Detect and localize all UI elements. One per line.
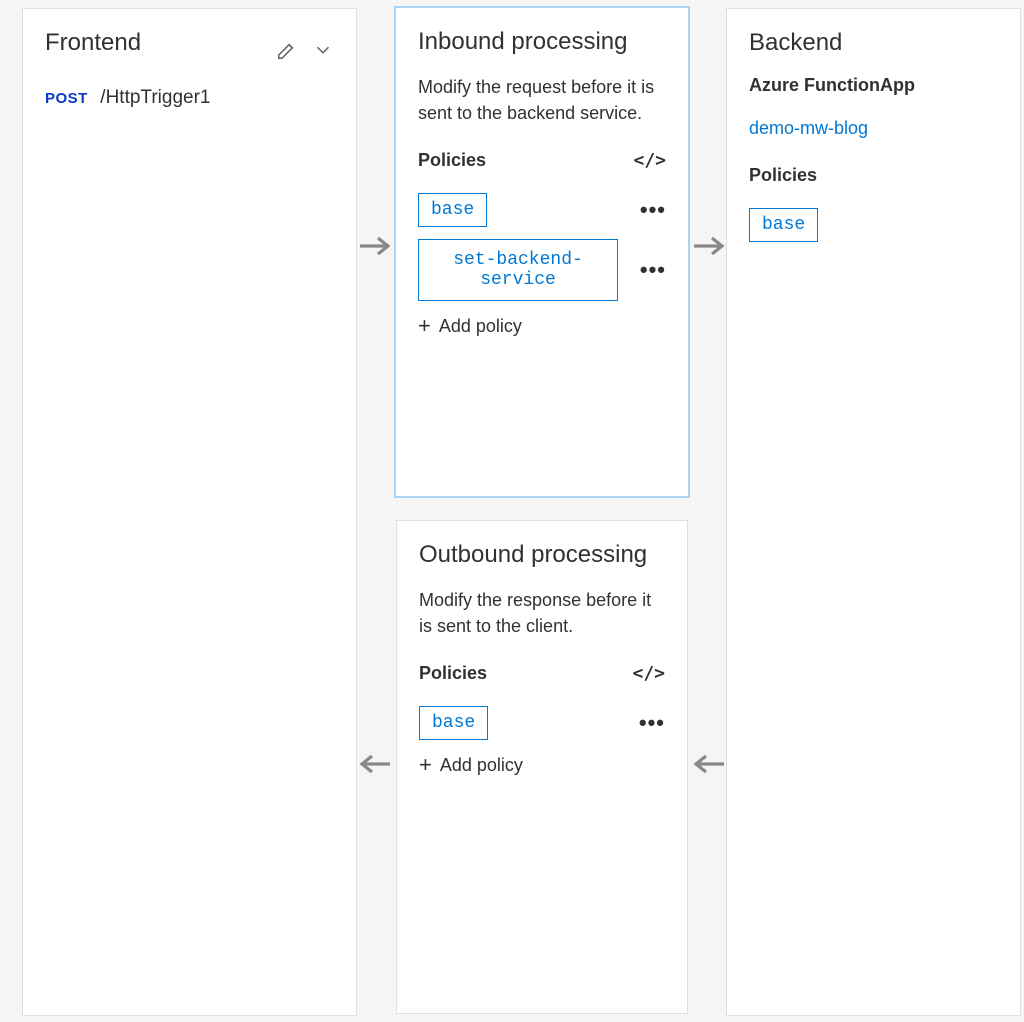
policy-chip-set-backend-service[interactable]: set-backend-service (418, 239, 618, 301)
code-editor-icon[interactable]: </> (633, 150, 666, 171)
arrow-left-icon (692, 752, 726, 776)
plus-icon: + (418, 315, 431, 337)
frontend-panel: Frontend POST /HttpTrigger1 (22, 8, 357, 1016)
policy-chip-base[interactable]: base (418, 193, 487, 227)
outbound-description: Modify the response before it is sent to… (419, 587, 665, 639)
add-policy-label: Add policy (440, 755, 523, 776)
policy-row: base ••• (418, 193, 666, 227)
policy-row: base ••• (419, 706, 665, 740)
policy-row: set-backend-service ••• (418, 239, 666, 301)
add-policy-button[interactable]: + Add policy (419, 754, 665, 776)
backend-policies-label: Policies (749, 165, 998, 186)
http-method-badge: POST (45, 90, 88, 107)
inbound-title: Inbound processing (418, 28, 666, 56)
code-editor-icon[interactable]: </> (632, 663, 665, 684)
backend-functionapp-link[interactable]: demo-mw-blog (749, 118, 868, 139)
backend-subtitle: Azure FunctionApp (749, 75, 998, 96)
backend-panel: Backend Azure FunctionApp demo-mw-blog P… (726, 8, 1021, 1016)
edit-icon[interactable] (276, 39, 298, 66)
plus-icon: + (419, 754, 432, 776)
add-policy-label: Add policy (439, 316, 522, 337)
policy-menu-icon[interactable]: ••• (640, 199, 666, 221)
outbound-processing-panel: Outbound processing Modify the response … (396, 520, 688, 1014)
frontend-title: Frontend (45, 29, 141, 57)
arrow-left-icon (358, 752, 392, 776)
policy-menu-icon[interactable]: ••• (639, 712, 665, 734)
backend-title: Backend (749, 29, 998, 57)
frontend-operation[interactable]: POST /HttpTrigger1 (45, 87, 334, 109)
policy-chip-base[interactable]: base (749, 208, 818, 242)
outbound-policies-label: Policies (419, 663, 487, 684)
operation-route: /HttpTrigger1 (100, 87, 210, 108)
outbound-title: Outbound processing (419, 541, 665, 569)
policy-chip-base[interactable]: base (419, 706, 488, 740)
policy-menu-icon[interactable]: ••• (640, 259, 666, 281)
arrow-right-icon (358, 234, 392, 258)
arrow-right-icon (692, 234, 726, 258)
chevron-down-icon[interactable] (312, 39, 334, 66)
add-policy-button[interactable]: + Add policy (418, 315, 666, 337)
inbound-processing-panel: Inbound processing Modify the request be… (394, 6, 690, 498)
inbound-description: Modify the request before it is sent to … (418, 74, 666, 126)
inbound-policies-label: Policies (418, 150, 486, 171)
